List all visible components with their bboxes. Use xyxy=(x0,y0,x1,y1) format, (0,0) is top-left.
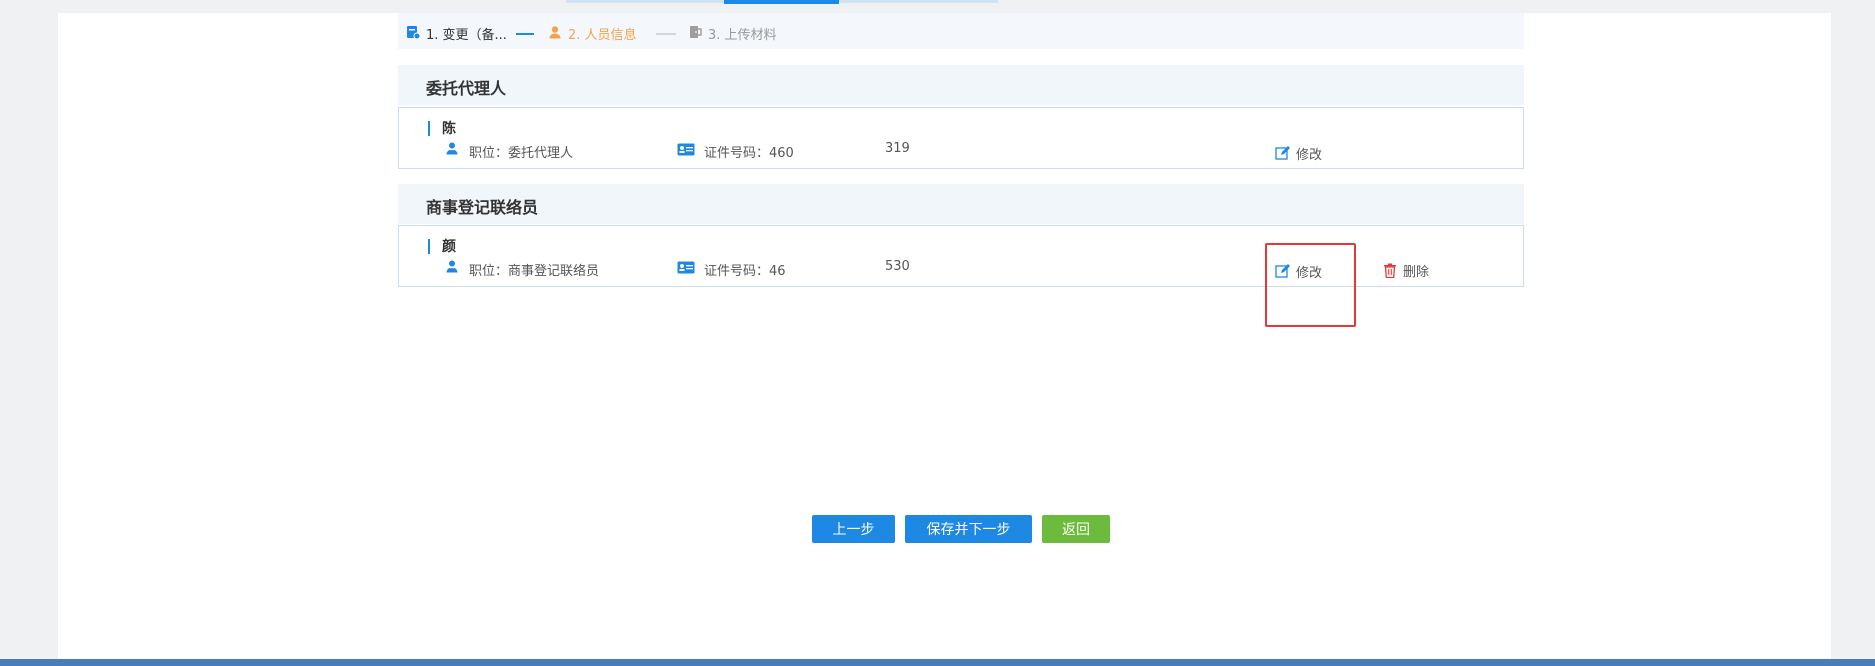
top-tab-indicator xyxy=(566,0,998,5)
back-button[interactable]: 返回 xyxy=(1042,515,1110,543)
form-icon xyxy=(406,25,421,43)
person-position: 职位：商事登记联络员 xyxy=(469,264,600,279)
person-card: 陈 职位：委托代理人 证件号码：460 319 修改 xyxy=(398,107,1524,169)
step-personnel-label: 2. 人员信息 xyxy=(568,28,637,43)
edit-button[interactable]: 修改 xyxy=(1275,144,1322,163)
step-progress: 1. 变更（备... 2. 人员信息 3. 上传材料 xyxy=(398,13,1524,49)
trash-icon xyxy=(1384,263,1396,278)
step-change[interactable]: 1. 变更（备... xyxy=(406,24,507,43)
person-name: 颜 xyxy=(442,239,456,255)
bottom-bar xyxy=(0,659,1875,666)
person-id-tail: 530 xyxy=(885,259,910,274)
user-icon xyxy=(445,258,459,277)
step-upload[interactable]: 3. 上传材料 xyxy=(688,24,777,43)
edit-label: 修改 xyxy=(1296,148,1323,163)
step-personnel[interactable]: 2. 人员信息 xyxy=(548,24,637,43)
person-id-tail: 319 xyxy=(885,141,910,156)
person-id-number: 证件号码：46 xyxy=(704,264,786,279)
person-icon xyxy=(548,25,562,43)
section-header-liaison: 商事登记联络员 xyxy=(398,184,1524,224)
person-id-number: 证件号码：460 xyxy=(704,146,794,161)
save-next-button[interactable]: 保存并下一步 xyxy=(905,515,1032,543)
user-icon xyxy=(445,140,459,159)
step-upload-label: 3. 上传材料 xyxy=(708,28,777,43)
door-icon xyxy=(688,25,702,43)
person-name: 陈 xyxy=(442,121,456,137)
top-tab-active[interactable] xyxy=(724,0,839,4)
top-tab-right[interactable] xyxy=(839,0,998,3)
section-header-agent: 委托代理人 xyxy=(398,65,1524,105)
highlight-annotation xyxy=(1265,243,1356,327)
step-connector-pending xyxy=(656,33,676,35)
name-accent-bar xyxy=(428,239,430,254)
section-title: 委托代理人 xyxy=(426,79,507,98)
delete-label: 删除 xyxy=(1403,265,1430,280)
edit-icon xyxy=(1275,146,1290,160)
name-accent-bar xyxy=(428,121,430,136)
section-title: 商事登记联络员 xyxy=(426,198,539,217)
delete-button[interactable]: 删除 xyxy=(1383,261,1429,280)
step-connector-done xyxy=(516,33,534,35)
prev-step-button[interactable]: 上一步 xyxy=(812,515,895,543)
top-tab-left[interactable] xyxy=(566,0,724,3)
person-position: 职位：委托代理人 xyxy=(469,146,574,161)
step-change-label: 1. 变更（备... xyxy=(426,28,507,43)
id-card-icon xyxy=(677,141,695,160)
id-card-icon xyxy=(677,259,695,278)
